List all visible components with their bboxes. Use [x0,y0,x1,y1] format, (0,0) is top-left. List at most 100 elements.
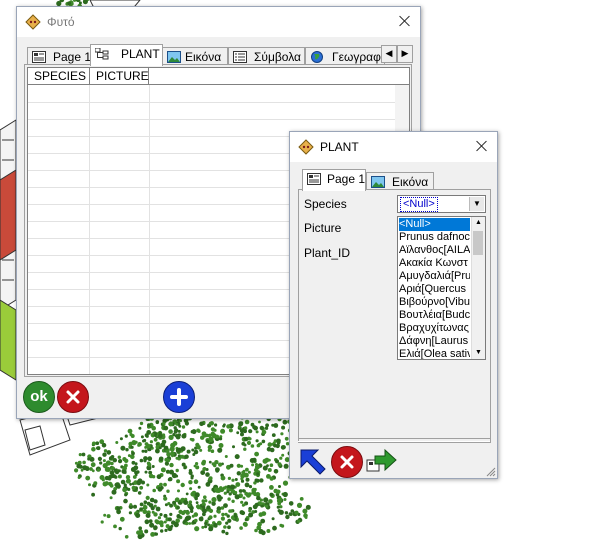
plant-dialog-titlebar[interactable]: PLANT [290,132,497,162]
tree-marker [139,502,144,507]
chevron-down-icon[interactable]: ▼ [469,197,484,211]
tree-marker [166,452,171,457]
tree-marker [269,447,275,453]
tree-marker [185,492,189,496]
column-header-species[interactable]: SPECIES [28,68,90,84]
tree-marker [244,419,250,425]
tree-marker [91,492,95,497]
tree-marker [169,469,174,475]
species-option[interactable]: Βουτλέια[Budc [399,309,470,322]
table-row[interactable] [28,119,409,120]
back-arrow-button[interactable] [298,447,328,477]
tree-marker [266,464,269,467]
tree-marker [144,470,148,474]
tree-marker [225,521,229,525]
species-option[interactable]: Αϊλανθος[AILA [399,244,470,257]
cancel-button[interactable] [57,381,89,413]
tree-marker [140,435,144,439]
species-option[interactable]: Αριά[Quercus [399,283,470,296]
tree-marker [254,451,259,457]
tree-marker [203,495,207,500]
column-header-picture[interactable]: PICTURE [90,68,149,84]
list-icon [233,51,247,63]
tree-marker [210,449,215,454]
species-window-titlebar[interactable]: Φυτό [17,7,420,37]
tree-marker [167,517,172,522]
scroll-thumb[interactable] [473,231,483,255]
tree-marker [244,518,248,522]
tree-marker [112,458,118,463]
tree-marker [88,483,91,487]
tab-scroll-left-button[interactable]: ◀ [381,45,397,63]
tree-marker [259,502,263,506]
tree-marker [252,457,257,463]
tree-marker [304,516,308,519]
species-option[interactable]: Ακακία Κωνστ [399,257,470,270]
tree-marker [283,498,287,501]
tree-marker [153,512,158,517]
tree-marker [145,495,150,500]
tree-marker [223,503,228,508]
species-option[interactable]: Αμυγδαλιά[Pru [399,270,470,283]
species-dropdown[interactable]: <Null> ▼ [397,195,486,213]
tree-marker [246,440,252,445]
tree-marker [255,439,259,443]
tree-marker [124,493,128,497]
tree-marker [77,476,81,479]
tree-marker [118,526,122,531]
add-button[interactable] [163,381,195,413]
tree-marker [174,434,178,438]
export-arrow-button[interactable] [365,446,399,476]
tree-marker [133,465,139,471]
tree-marker [213,487,219,492]
tree-marker [242,496,246,500]
resize-grip-icon[interactable] [486,467,496,477]
tree-marker [195,462,199,466]
tree-marker [181,433,187,439]
species-option[interactable]: Ελιά[Olea sativ [399,348,470,359]
tree-marker [281,453,285,457]
tree-marker [187,503,191,507]
tree-marker [251,487,257,493]
scroll-down-arrow[interactable]: ▼ [472,347,485,359]
tree-marker [127,428,133,434]
tree-marker [175,456,179,460]
scroll-up-arrow[interactable]: ▲ [472,217,485,229]
table-row[interactable] [28,102,409,103]
tree-marker [155,420,160,424]
tree-marker [214,423,218,427]
tree-marker [254,510,258,513]
close-button[interactable] [395,12,415,32]
cancel-button[interactable] [331,446,363,478]
species-option[interactable]: Δάφνη[Laurus [399,335,470,348]
species-option[interactable]: Prunus dafnoc [399,231,470,244]
species-option[interactable]: Βραχυχίτωνας [399,322,470,335]
tree-marker [152,488,156,493]
tree-marker [205,439,210,443]
tree-marker [78,453,82,457]
tree-marker [218,443,224,448]
species-option[interactable]: <Null> [399,218,470,231]
tree-marker [120,445,126,451]
ok-button[interactable]: ok [23,381,55,413]
tab-scroll-right-button[interactable]: ▶ [397,45,413,63]
plus-icon [170,388,188,406]
tree-marker [175,474,179,478]
tree-marker [256,472,260,476]
building-outline [0,169,17,261]
tab-page-1[interactable]: Page 1 [302,169,366,191]
tree-marker [218,462,223,467]
species-options-list[interactable]: <Null> Prunus dafnoc Αϊλανθος[AILA Ακακία Κ… [397,216,486,360]
tree-marker [220,516,225,521]
species-option[interactable]: Βιβούρνο[Vibu [399,296,470,309]
tree-marker [138,530,143,535]
tree-marker [232,445,235,449]
list-scrollbar[interactable]: ▲ ▼ [471,217,485,359]
close-button[interactable] [472,137,492,157]
tree-marker [123,498,128,504]
tab-plant[interactable]: PLANT [90,44,163,66]
tree-marker [201,461,206,466]
tree-marker [144,519,150,525]
tree-marker [157,516,161,520]
tree-marker [168,429,173,434]
